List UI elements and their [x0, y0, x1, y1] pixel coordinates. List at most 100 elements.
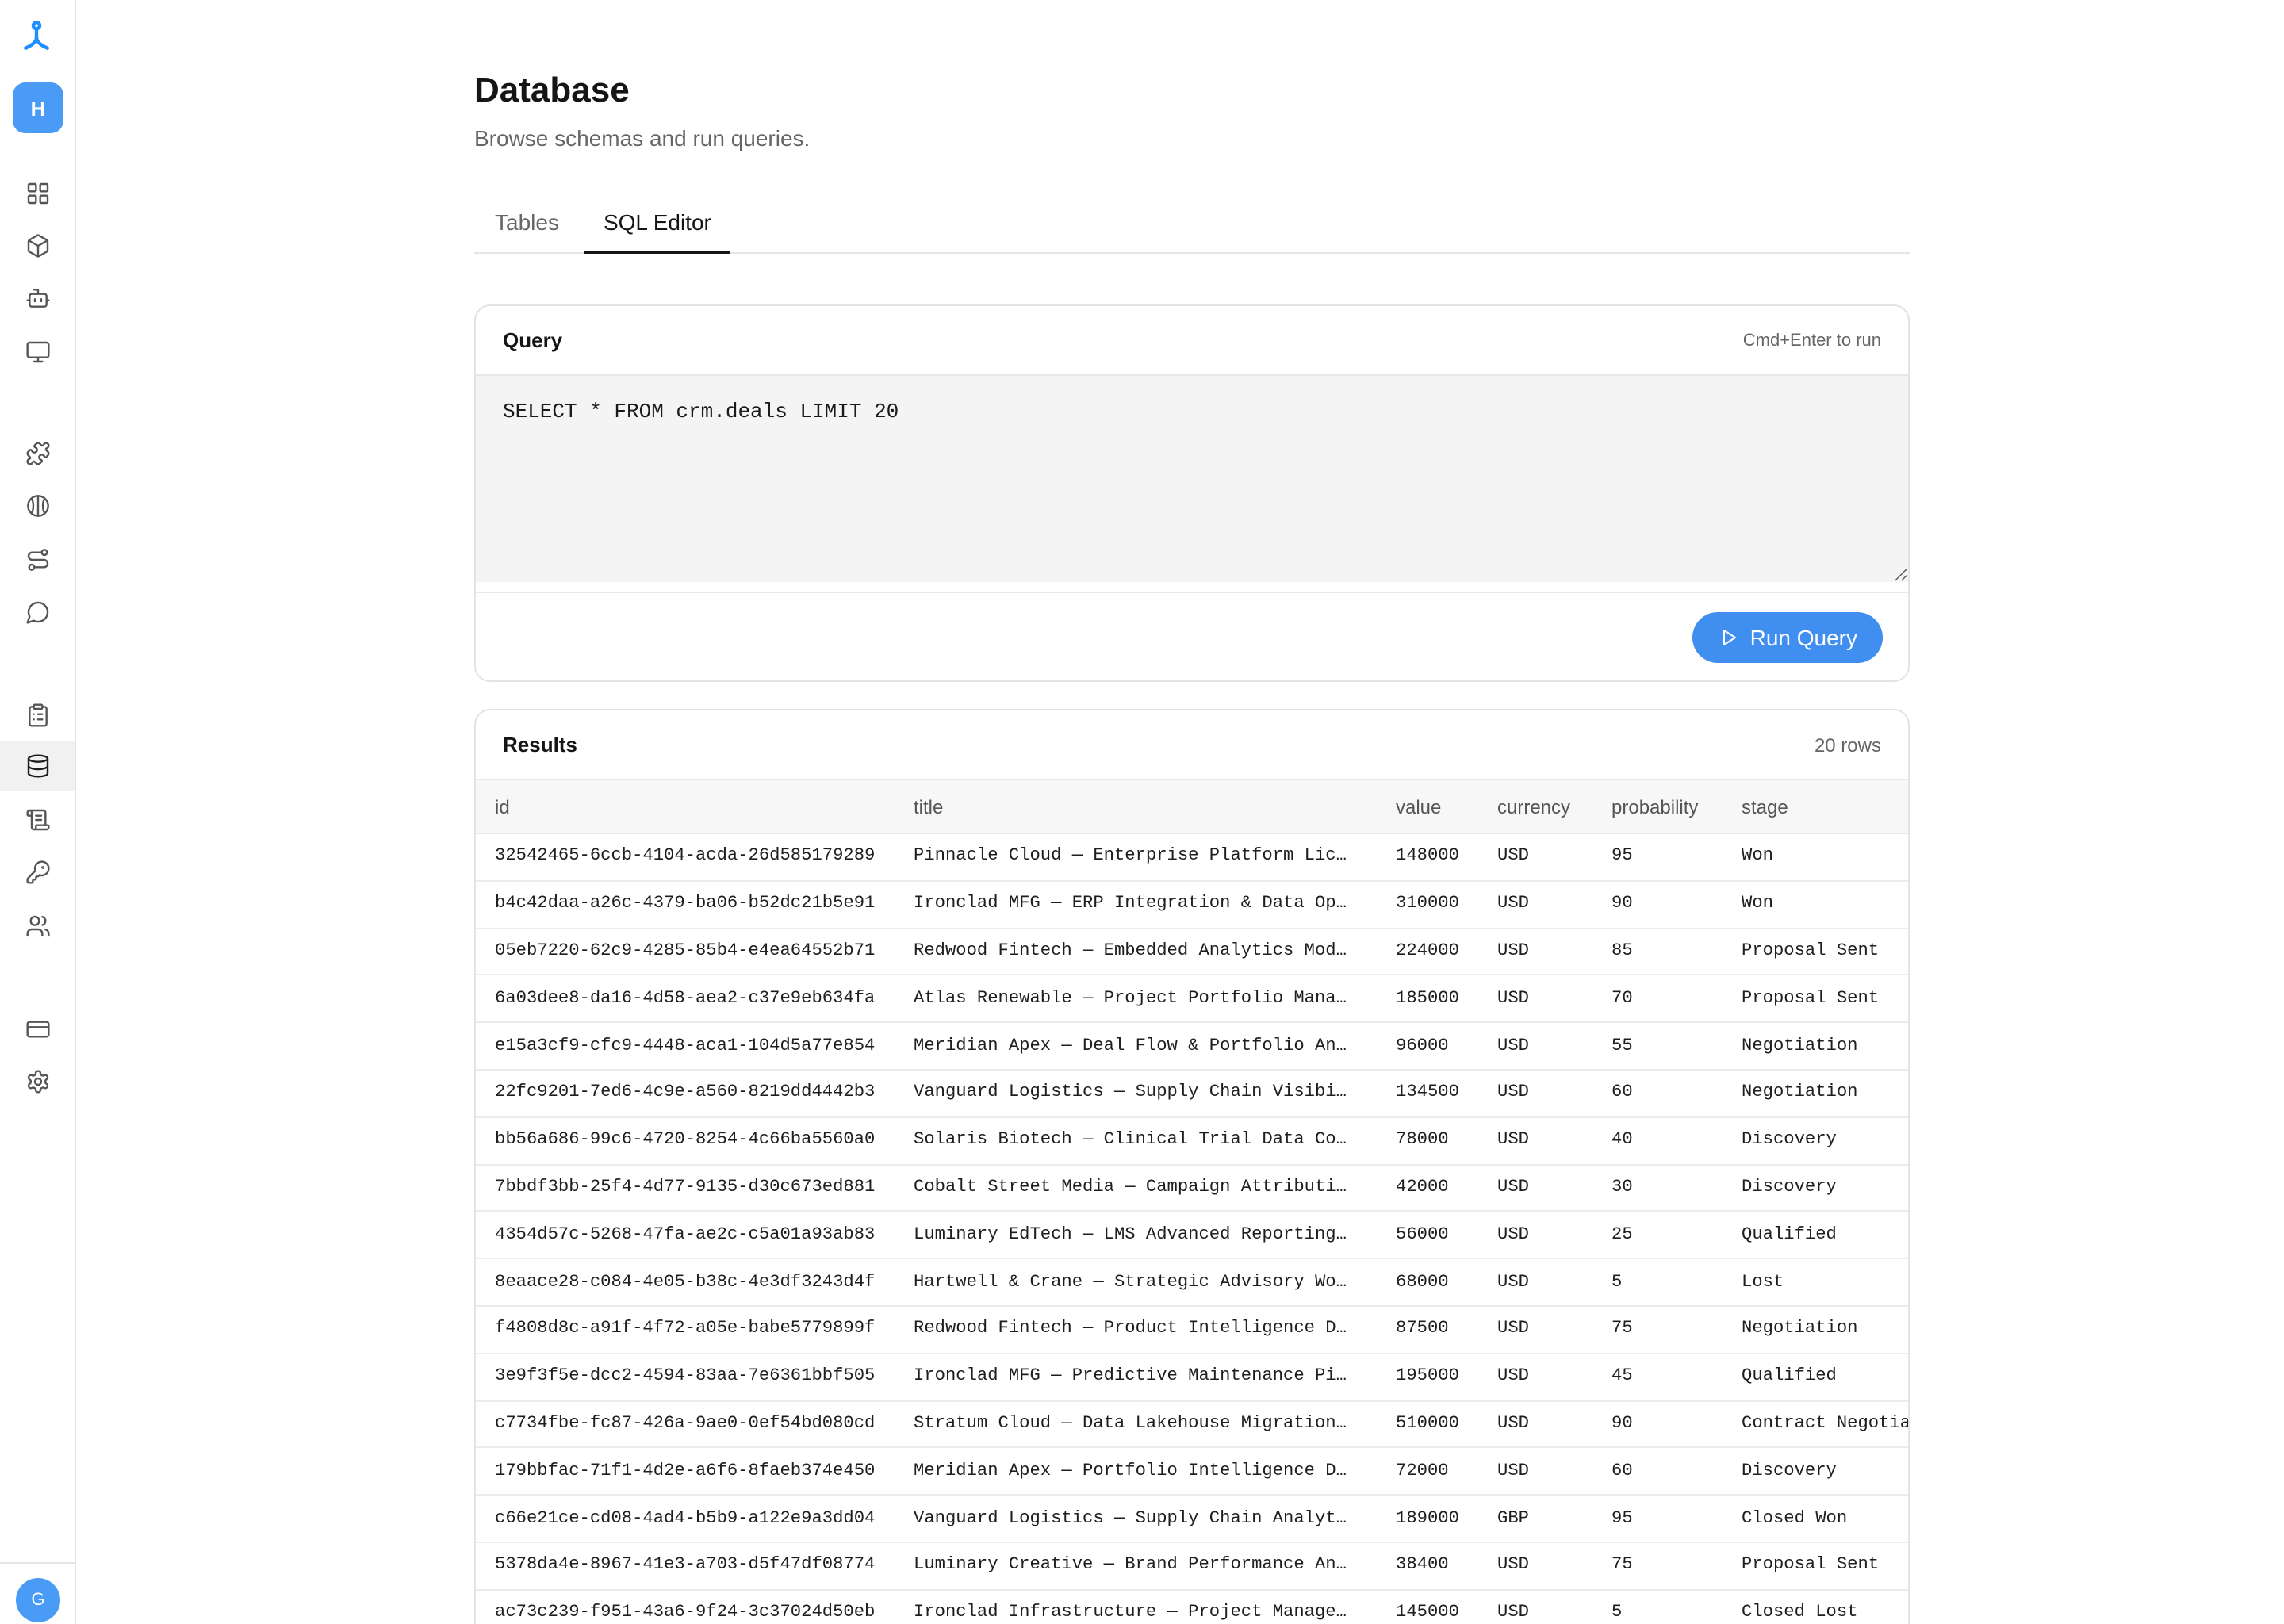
sidebar-item-bot[interactable]	[0, 274, 75, 324]
cell-title: Atlas Renewable — Project Portfolio Mana…	[914, 989, 1347, 1009]
cell-probability: 70	[1611, 989, 1633, 1009]
message-circle-icon	[25, 599, 50, 625]
sidebar-item-puzzle[interactable]	[0, 428, 75, 479]
table-row: 6a03dee8-da16-4d58-aea2-c37e9eb634fa Atla…	[476, 976, 1908, 1024]
cell-value: 56000	[1396, 1225, 1449, 1245]
cell-stage: Proposal Sent	[1742, 1556, 1880, 1576]
main-content: Database Browse schemas and run queries.…	[474, 0, 1910, 1624]
cell-title: Redwood Fintech — Product Intelligence D…	[914, 1320, 1347, 1339]
column-header-probability: probability	[1611, 795, 1699, 818]
cell-probability: 45	[1611, 1367, 1633, 1387]
cell-title: Ironclad Infrastructure — Project Manage…	[914, 1603, 1347, 1623]
cell-id: bb56a686-99c6-4720-8254-4c66ba5560a0	[495, 1131, 876, 1151]
sidebar-footer: G	[0, 1562, 75, 1624]
query-title: Query	[503, 328, 563, 352]
cell-id: 6a03dee8-da16-4d58-aea2-c37e9eb634fa	[495, 989, 876, 1009]
credit-card-icon	[25, 1016, 50, 1041]
sidebar-item-route[interactable]	[0, 534, 75, 584]
logo-icon[interactable]	[19, 19, 54, 54]
sidebar-item-message-circle[interactable]	[0, 587, 75, 638]
sidebar-item-brain[interactable]	[0, 481, 75, 531]
table-row: 7bbdf3bb-25f4-4d77-9135-d30c673ed881 Coba…	[476, 1165, 1908, 1212]
sidebar-item-box[interactable]	[0, 220, 75, 271]
cell-value: 96000	[1396, 1036, 1449, 1056]
clipboard-list-icon	[25, 703, 50, 728]
sidebar-item-settings[interactable]	[0, 1056, 75, 1107]
sidebar-item-database[interactable]	[0, 741, 75, 792]
cell-stage: Discovery	[1742, 1178, 1837, 1197]
results-title: Results	[503, 733, 577, 756]
cell-probability: 95	[1611, 847, 1633, 867]
cell-title: Luminary EdTech — LMS Advanced Reporting…	[914, 1225, 1347, 1245]
workspace-avatar[interactable]: H	[13, 82, 63, 133]
sidebar-item-grid[interactable]	[0, 167, 75, 218]
column-header-title: title	[914, 795, 944, 818]
cell-stage: Negotiation	[1742, 1083, 1858, 1103]
column-header-currency: currency	[1497, 795, 1571, 818]
cell-value: 78000	[1396, 1131, 1449, 1151]
sidebar-item-key[interactable]	[0, 847, 75, 898]
table-body: 32542465-6ccb-4104-acda-26d585179289 Pinn…	[476, 834, 1908, 1624]
cell-id: b4c42daa-a26c-4379-ba06-b52dc21b5e91	[495, 894, 876, 914]
results-table[interactable]: id title value currency probability stage 325…	[476, 780, 1908, 1624]
sidebar-item-scroll-text[interactable]	[0, 795, 75, 845]
sidebar-item-monitor[interactable]	[0, 326, 75, 377]
cell-stage: Discovery	[1742, 1131, 1837, 1151]
cell-value: 134500	[1396, 1083, 1459, 1103]
cell-currency: USD	[1497, 1178, 1529, 1197]
tab-sql-editor[interactable]: SQL Editor	[584, 190, 730, 254]
table-row: e15a3cf9-cfc9-4448-aca1-104d5a77e854 Meri…	[476, 1023, 1908, 1071]
cell-title: Luminary Creative — Brand Performance An…	[914, 1556, 1347, 1576]
grid-icon	[25, 180, 50, 205]
scroll-text-icon	[25, 807, 50, 833]
cell-stage: Discovery	[1742, 1461, 1837, 1481]
table-row: 05eb7220-62c9-4285-85b4-e4ea64552b71 Redw…	[476, 929, 1908, 976]
cell-title: Redwood Fintech — Embedded Analytics Mod…	[914, 941, 1347, 961]
cell-currency: USD	[1497, 1273, 1529, 1293]
cell-title: Vanguard Logistics — Supply Chain Visibi…	[914, 1083, 1347, 1103]
query-footer: Run Query	[476, 592, 1908, 680]
cell-stage: Won	[1742, 847, 1773, 867]
cell-value: 195000	[1396, 1367, 1459, 1387]
cell-value: 72000	[1396, 1461, 1449, 1481]
cell-stage: Qualified	[1742, 1367, 1837, 1387]
cell-currency: USD	[1497, 989, 1529, 1009]
cell-currency: USD	[1497, 1036, 1529, 1056]
cell-currency: USD	[1497, 1320, 1529, 1339]
user-avatar[interactable]: G	[16, 1578, 60, 1622]
cell-title: Vanguard Logistics — Supply Chain Analyt…	[914, 1509, 1347, 1529]
sidebar-item-users[interactable]	[0, 900, 75, 951]
page-subtitle: Browse schemas and run queries.	[474, 125, 811, 151]
cell-currency: USD	[1497, 894, 1529, 914]
cell-title: Meridian Apex — Portfolio Intelligence D…	[914, 1461, 1347, 1481]
play-icon	[1720, 627, 1739, 646]
cell-id: 4354d57c-5268-47fa-ae2c-c5a01a93ab83	[495, 1225, 876, 1245]
cell-currency: USD	[1497, 1461, 1529, 1481]
cell-value: 87500	[1396, 1320, 1449, 1339]
cell-value: 68000	[1396, 1273, 1449, 1293]
cell-title: Ironclad MFG — ERP Integration & Data Op…	[914, 894, 1347, 914]
column-header-value: value	[1396, 795, 1442, 818]
sql-editor[interactable]: SELECT * FROM crm.deals LIMIT 20	[476, 376, 1908, 582]
table-row: ac73c239-f951-43a6-9f24-3c37024d50eb Iron…	[476, 1591, 1908, 1624]
sidebar-item-clipboard-list[interactable]	[0, 690, 75, 741]
database-icon	[25, 754, 50, 779]
cell-title: Solaris Biotech — Clinical Trial Data Co…	[914, 1131, 1347, 1151]
cell-id: c7734fbe-fc87-426a-9ae0-0ef54bd080cd	[495, 1414, 876, 1434]
monitor-icon	[25, 339, 50, 364]
table-row: b4c42daa-a26c-4379-ba06-b52dc21b5e91 Iron…	[476, 882, 1908, 929]
sidebar-item-credit-card[interactable]	[0, 1003, 75, 1054]
cell-id: 3e9f3f5e-dcc2-4594-83aa-7e6361bbf505	[495, 1367, 876, 1387]
row-count: 20 rows	[1814, 733, 1881, 756]
column-header-id: id	[495, 795, 510, 818]
run-query-button[interactable]: Run Query	[1692, 611, 1883, 662]
cell-probability: 55	[1611, 1036, 1633, 1056]
cell-currency: USD	[1497, 1414, 1529, 1434]
cell-currency: USD	[1497, 1083, 1529, 1103]
table-row: 5378da4e-8967-41e3-a703-d5f47df08774 Lumi…	[476, 1543, 1908, 1591]
cell-probability: 25	[1611, 1225, 1633, 1245]
tab-tables[interactable]: Tables	[476, 190, 578, 252]
cell-probability: 5	[1611, 1603, 1623, 1623]
cell-currency: USD	[1497, 1131, 1529, 1151]
sidebar: H G	[0, 0, 76, 1624]
